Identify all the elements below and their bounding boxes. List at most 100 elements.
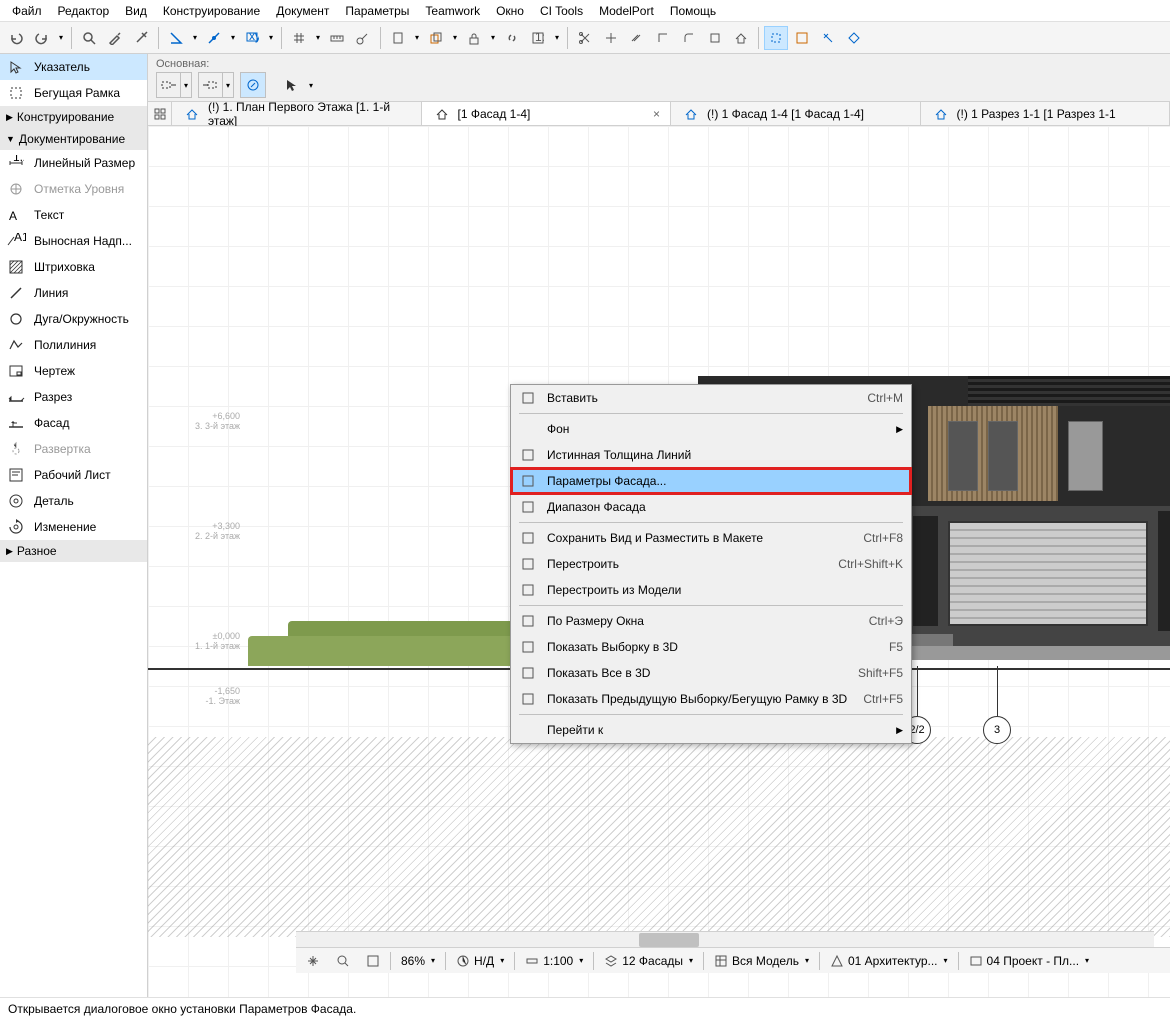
menu-ci tools[interactable]: CI Tools — [532, 2, 591, 20]
geomethod1-icon[interactable] — [157, 73, 181, 97]
section-tool[interactable]: Разрез — [0, 384, 147, 410]
cut-icon[interactable] — [573, 26, 597, 50]
mode3-icon[interactable] — [816, 26, 840, 50]
menu-teamwork[interactable]: Teamwork — [417, 2, 488, 20]
snap-icon[interactable] — [202, 26, 226, 50]
menu-окно[interactable]: Окно — [488, 2, 532, 20]
ref-icon[interactable] — [351, 26, 375, 50]
hatch-tool[interactable]: Штриховка — [0, 254, 147, 280]
pan-icon[interactable] — [300, 951, 326, 971]
marquee-tool[interactable]: Бегущая Рамка — [0, 80, 147, 106]
arc-tool[interactable]: Дуга/Окружность — [0, 306, 147, 332]
close-icon[interactable]: × — [653, 107, 660, 121]
ctx-item[interactable]: Фон▶ — [511, 416, 911, 442]
undo-dropdown-icon[interactable]: ▾ — [56, 26, 66, 50]
menu-вид[interactable]: Вид — [117, 2, 155, 20]
dimension-tool[interactable]: 1.2Линейный Размер — [0, 150, 147, 176]
coords-icon[interactable]: xy — [240, 26, 264, 50]
fillet-icon[interactable] — [677, 26, 701, 50]
cursor-mode-icon[interactable] — [280, 73, 304, 97]
worksheet-tool[interactable]: Рабочий Лист — [0, 462, 147, 488]
model-combo[interactable]: Вся Модель▾ — [708, 951, 815, 971]
line-tool[interactable]: Линия — [0, 280, 147, 306]
zoom-value[interactable]: 86%▾ — [395, 951, 441, 971]
angle-icon[interactable] — [164, 26, 188, 50]
link-icon[interactable] — [500, 26, 524, 50]
level-mark-icon — [6, 179, 26, 199]
ctx-rebuild-icon[interactable]: ПерестроитьCtrl+Shift+K — [511, 551, 911, 577]
arch-combo[interactable]: 01 Архитектур...▾ — [824, 951, 954, 971]
redo-icon[interactable] — [30, 26, 54, 50]
section-document[interactable]: ▼Документирование — [0, 128, 147, 150]
mode2-icon[interactable] — [790, 26, 814, 50]
drawing-tool[interactable]: Чертеж — [0, 358, 147, 384]
menu-документ[interactable]: Документ — [268, 2, 337, 20]
tab-grid-icon[interactable] — [148, 102, 172, 125]
measure2-icon[interactable]: 1:2 — [526, 26, 550, 50]
scrollbar-thumb[interactable] — [639, 933, 699, 947]
layer-combo[interactable]: 12 Фасады▾ — [598, 951, 699, 971]
ctx-lineweight-icon[interactable]: Истинная Толщина Линий — [511, 442, 911, 468]
scale-icon[interactable]: 1:100▾ — [519, 951, 589, 971]
geomethod3-icon[interactable] — [241, 73, 265, 97]
corner-icon[interactable] — [651, 26, 675, 50]
ruler-icon[interactable] — [325, 26, 349, 50]
view-tab[interactable]: (!) 1 Фасад 1-4 [1 Фасад 1-4] — [671, 102, 921, 125]
ctx-save-view-icon[interactable]: Сохранить Вид и Разместить в МакетеCtrl+… — [511, 525, 911, 551]
toolbox: Указатель Бегущая Рамка ▶Конструирование… — [0, 54, 148, 997]
trim-icon[interactable] — [599, 26, 623, 50]
fit-icon[interactable] — [360, 951, 386, 971]
section-construct[interactable]: ▶Конструирование — [0, 106, 147, 128]
mode4-icon[interactable] — [842, 26, 866, 50]
rebuild-model-icon — [519, 581, 537, 599]
ctx-item[interactable]: Перейти к▶ — [511, 717, 911, 743]
ctx-show-all-3d-icon[interactable]: Показать Все в 3DShift+F5 — [511, 660, 911, 686]
grid-icon[interactable] — [287, 26, 311, 50]
menu-modelport[interactable]: ModelPort — [591, 2, 662, 20]
extend-icon[interactable] — [625, 26, 649, 50]
ctx-elevation-settings-icon[interactable]: Параметры Фасада... — [511, 468, 911, 494]
text-tool[interactable]: AТекст — [0, 202, 147, 228]
find-icon[interactable] — [77, 26, 101, 50]
menu-конструирование[interactable]: Конструирование — [155, 2, 268, 20]
ctx-paste-icon[interactable]: ВставитьCtrl+M — [511, 385, 911, 411]
orient-icon[interactable]: Н/Д▾ — [450, 951, 510, 971]
leader-tool[interactable]: A1Выносная Надп... — [0, 228, 147, 254]
ctx-show-3d-icon[interactable]: Показать Выборку в 3DF5 — [511, 634, 911, 660]
view-tab[interactable]: (!) 1 Разрез 1-1 [1 Разрез 1-1 — [921, 102, 1170, 125]
elevation-tool[interactable]: Фасад — [0, 410, 147, 436]
horizontal-scrollbar[interactable] — [296, 931, 1154, 947]
zoom-icon[interactable] — [330, 951, 356, 971]
view-tab[interactable]: (!) 1. План Первого Этажа [1. 1-й этаж] — [172, 102, 422, 125]
ctx-rebuild-model-icon[interactable]: Перестроить из Модели — [511, 577, 911, 603]
move-icon[interactable] — [703, 26, 727, 50]
section-tab-icon — [931, 104, 951, 124]
change-tool[interactable]: Изменение — [0, 514, 147, 540]
project-combo[interactable]: 04 Проект - Пл...▾ — [963, 951, 1096, 971]
unfold-tool[interactable]: Развертка — [0, 436, 147, 462]
view-tab[interactable]: [1 Фасад 1-4]× — [422, 102, 672, 125]
eyedropper-icon[interactable] — [103, 26, 127, 50]
pointer-tool[interactable]: Указатель — [0, 54, 147, 80]
drawing-canvas[interactable]: +6,6003. 3-й этаж+3,3002. 2-й этаж±0,000… — [148, 126, 1170, 997]
undo-icon[interactable] — [4, 26, 28, 50]
mode1-icon[interactable] — [764, 26, 788, 50]
menu-параметры[interactable]: Параметры — [337, 2, 417, 20]
menu-файл[interactable]: Файл — [4, 2, 50, 20]
level-mark-tool[interactable]: Отметка Уровня — [0, 176, 147, 202]
ctx-elevation-range-icon[interactable]: Диапазон Фасада — [511, 494, 911, 520]
section-misc[interactable]: ▶Разное — [0, 540, 147, 562]
trace-icon[interactable] — [424, 26, 448, 50]
lock-icon[interactable] — [462, 26, 486, 50]
ctx-fit-window-icon[interactable]: По Размеру ОкнаCtrl+Э — [511, 608, 911, 634]
elevation-label: ±0,0001. 1-й этаж — [195, 631, 240, 651]
menu-редактор[interactable]: Редактор — [50, 2, 118, 20]
detail-tool[interactable]: Деталь — [0, 488, 147, 514]
home-icon[interactable] — [729, 26, 753, 50]
menu-помощь[interactable]: Помощь — [662, 2, 724, 20]
inject-icon[interactable] — [129, 26, 153, 50]
geomethod2-icon[interactable] — [199, 73, 223, 97]
polyline-tool[interactable]: Полилиния — [0, 332, 147, 358]
doc-icon[interactable] — [386, 26, 410, 50]
ctx-show-prev-3d-icon[interactable]: Показать Предыдущую Выборку/Бегущую Рамк… — [511, 686, 911, 712]
